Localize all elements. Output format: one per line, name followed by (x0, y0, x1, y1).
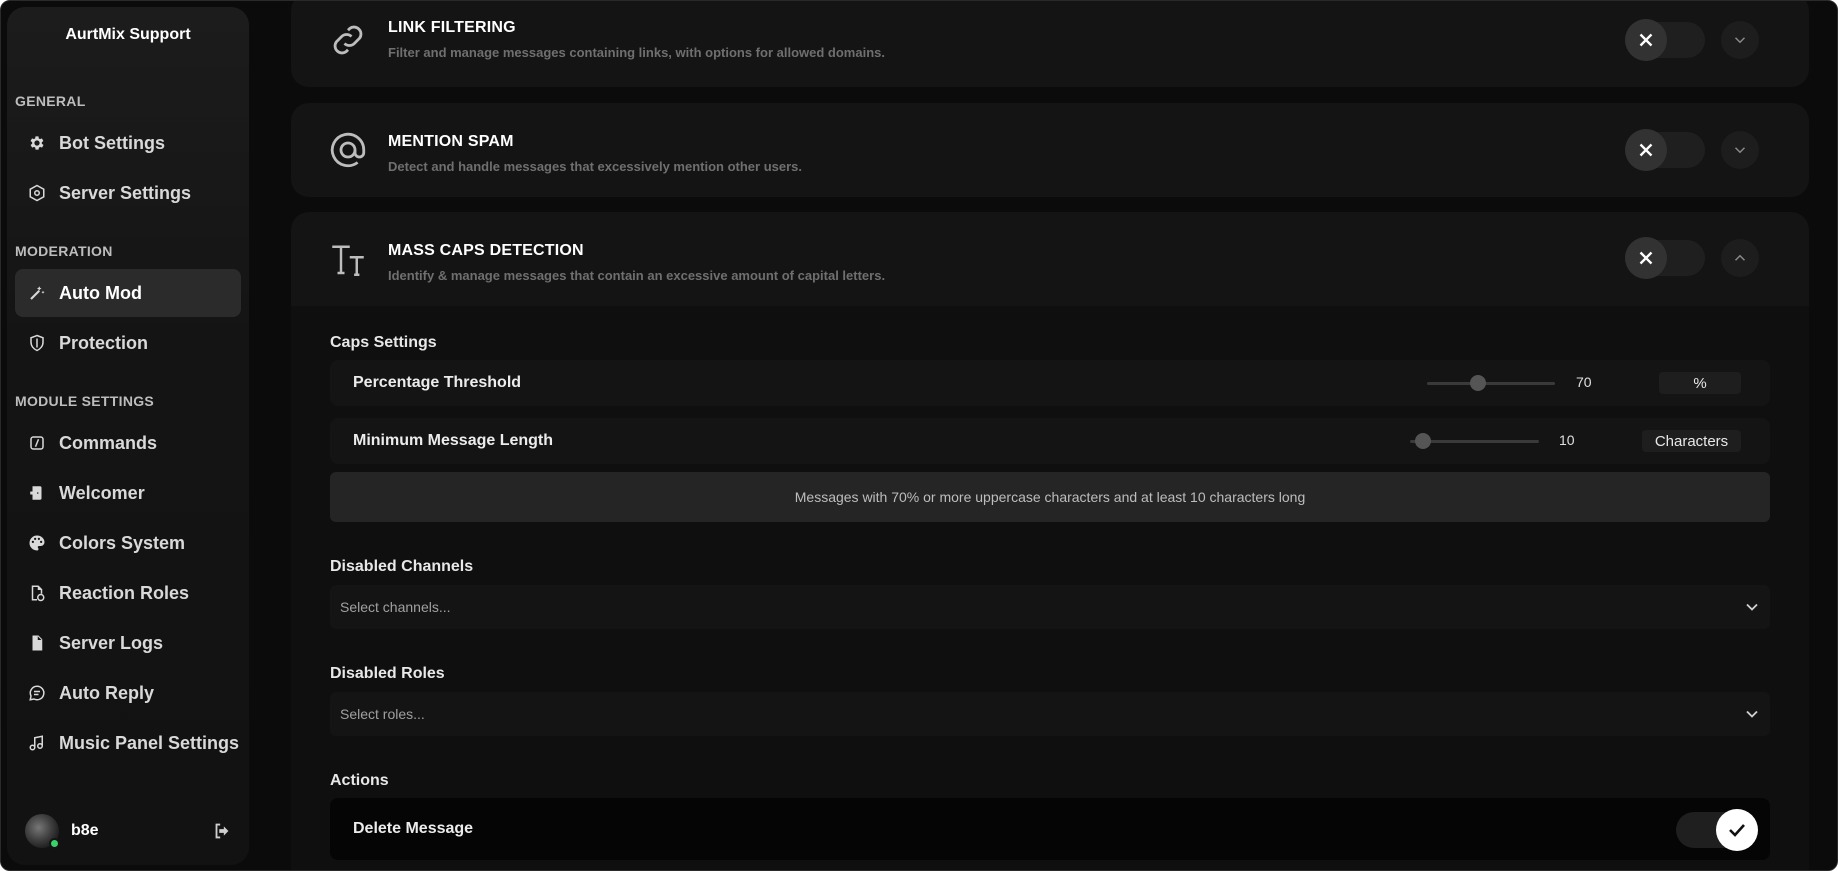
module-card-link-filtering: LINK FILTERING Filter and manage message… (291, 1, 1809, 87)
avatar[interactable] (25, 814, 60, 849)
sidebar-item-welcomer[interactable]: Welcomer (15, 469, 241, 517)
sidebar-item-auto-reply[interactable]: Auto Reply (15, 669, 241, 717)
main-content: LINK FILTERING Filter and manage message… (291, 1, 1811, 870)
module-card-mass-caps-detection: MASS CAPS DETECTION Identify & manage me… (291, 212, 1809, 870)
chevron-down-icon (1734, 37, 1746, 44)
music-icon (27, 733, 47, 753)
link-icon (327, 19, 369, 61)
setting-label: Percentage Threshold (353, 374, 522, 391)
percentage-unit: % (1659, 372, 1741, 394)
sidebar-item-label: Reaction Roles (59, 582, 190, 603)
caps-settings-label: Caps Settings (330, 334, 437, 351)
door-icon (27, 483, 47, 503)
module-description: Filter and manage messages containing li… (388, 45, 885, 60)
sidebar-item-label: Auto Mod (59, 282, 142, 303)
module-settings-panel: Caps Settings Percentage Threshold 70 % … (291, 306, 1809, 870)
action-row-delete-message: Delete Message (330, 798, 1770, 860)
chevron-down-icon (1742, 704, 1762, 724)
section-module-settings: MODULE SETTINGS (15, 393, 155, 409)
sidebar-item-label: Server Logs (59, 632, 164, 653)
percentage-slider-thumb[interactable] (1470, 375, 1487, 391)
module-title: MASS CAPS DETECTION (388, 242, 584, 259)
sidebar-item-server-logs[interactable]: Server Logs (15, 619, 241, 667)
delete-message-toggle[interactable] (1676, 809, 1758, 851)
sidebar-item-commands[interactable]: Commands (15, 419, 241, 467)
close-icon (1625, 237, 1667, 279)
actions-label: Actions (330, 772, 389, 789)
online-status-dot (49, 838, 60, 849)
shield-icon (27, 333, 47, 353)
minimum-message-length-row: Minimum Message Length 10 Characters (330, 418, 1770, 464)
module-title: LINK FILTERING (388, 19, 516, 36)
module-header[interactable]: LINK FILTERING Filter and manage message… (291, 1, 1809, 87)
select-placeholder: Select roles... (340, 706, 425, 722)
sidebar-item-label: Music Panel Settings (59, 732, 240, 753)
section-moderation: MODERATION (15, 243, 113, 259)
user-panel: b8e (7, 797, 249, 865)
sidebar: AurtMix Support GENERAL Bot Settings Ser… (7, 7, 249, 865)
min-length-unit: Characters (1642, 430, 1741, 452)
module-description: Identify & manage messages that contain … (388, 268, 886, 283)
chat-icon (27, 683, 47, 703)
disabled-roles-select[interactable]: Select roles... (330, 692, 1770, 736)
module-toggle[interactable] (1625, 129, 1705, 171)
expand-button[interactable] (1721, 131, 1759, 169)
sidebar-item-protection[interactable]: Protection (15, 319, 241, 367)
sidebar-item-label: Commands (59, 432, 158, 453)
collapse-button[interactable] (1721, 239, 1759, 277)
sidebar-item-colors-system[interactable]: Colors System (15, 519, 241, 567)
disabled-channels-select[interactable]: Select channels... (330, 585, 1770, 629)
sidebar-item-music-panel-settings[interactable]: Music Panel Settings (15, 719, 241, 767)
text-case-icon (327, 238, 369, 280)
min-length-value: 10 (1559, 432, 1575, 448)
sidebar-item-label: Welcomer (59, 482, 145, 503)
chevron-down-icon (1734, 147, 1746, 154)
close-icon (1625, 129, 1667, 171)
min-length-slider-thumb[interactable] (1414, 433, 1431, 449)
username: b8e (71, 822, 99, 839)
select-placeholder: Select channels... (340, 599, 451, 615)
sidebar-item-auto-mod[interactable]: Auto Mod (15, 269, 241, 317)
module-toggle[interactable] (1625, 19, 1705, 61)
brand-title: AurtMix Support (65, 26, 191, 43)
check-icon (1716, 809, 1758, 851)
module-header[interactable]: MASS CAPS DETECTION Identify & manage me… (291, 212, 1809, 306)
setting-label: Minimum Message Length (353, 432, 554, 449)
percentage-value: 70 (1576, 374, 1592, 390)
chevron-down-icon (1742, 597, 1762, 617)
logout-icon[interactable] (209, 818, 235, 844)
module-description: Detect and handle messages that excessiv… (388, 159, 802, 174)
module-toggle[interactable] (1625, 237, 1705, 279)
hexagon-icon (27, 183, 47, 203)
sidebar-item-label: Colors System (59, 532, 186, 553)
action-label: Delete Message (353, 820, 474, 837)
gear-icon (27, 133, 47, 153)
module-title: MENTION SPAM (388, 133, 514, 150)
disabled-roles-label: Disabled Roles (330, 665, 445, 682)
sidebar-item-label: Protection (59, 332, 149, 353)
sidebar-item-server-settings[interactable]: Server Settings (15, 169, 241, 217)
sidebar-item-label: Server Settings (59, 182, 192, 203)
at-icon (327, 129, 369, 171)
slash-command-icon (27, 433, 47, 453)
caps-summary: Messages with 70% or more uppercase char… (330, 472, 1770, 522)
expand-button[interactable] (1721, 21, 1759, 59)
sidebar-item-reaction-roles[interactable]: Reaction Roles (15, 569, 241, 617)
sidebar-item-bot-settings[interactable]: Bot Settings (15, 119, 241, 167)
disabled-channels-label: Disabled Channels (330, 558, 474, 575)
section-general: GENERAL (15, 93, 86, 109)
module-card-mention-spam: MENTION SPAM Detect and handle messages … (291, 103, 1809, 197)
percentage-threshold-row: Percentage Threshold 70 % (330, 360, 1770, 406)
roles-icon (27, 583, 47, 603)
close-icon (1625, 19, 1667, 61)
module-header[interactable]: MENTION SPAM Detect and handle messages … (291, 103, 1809, 197)
sidebar-item-label: Auto Reply (59, 682, 155, 703)
palette-icon (27, 533, 47, 553)
sidebar-item-label: Bot Settings (59, 132, 165, 153)
file-icon (27, 633, 47, 653)
app-window: AurtMix Support GENERAL Bot Settings Ser… (0, 0, 1838, 871)
percentage-slider[interactable] (1427, 382, 1555, 385)
magic-wand-icon (27, 283, 47, 303)
chevron-up-icon (1734, 254, 1746, 261)
